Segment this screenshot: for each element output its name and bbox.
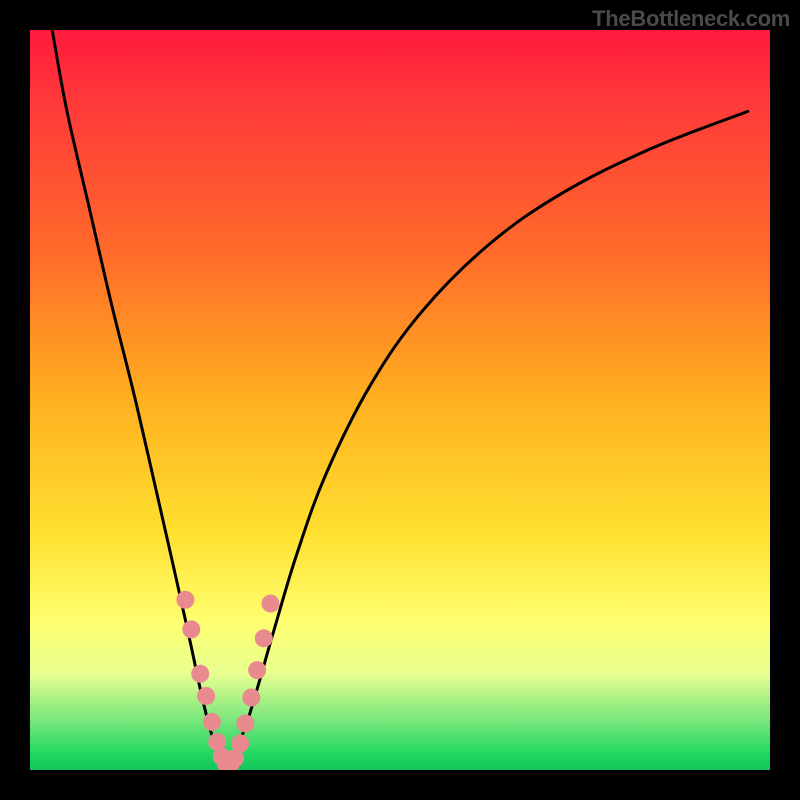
- curve-right-branch: [230, 111, 748, 762]
- curve-left-branch: [52, 30, 222, 763]
- highlight-dot: [191, 665, 209, 683]
- highlight-dot: [182, 620, 200, 638]
- highlight-dot: [236, 714, 254, 732]
- watermark-text: TheBottleneck.com: [592, 6, 790, 32]
- chart-frame: TheBottleneck.com: [0, 0, 800, 800]
- highlight-dot: [242, 689, 260, 707]
- highlight-dot: [248, 661, 266, 679]
- plot-area: [30, 30, 770, 770]
- highlight-dot: [255, 629, 273, 647]
- curve-layer: [30, 30, 770, 770]
- highlight-dot: [197, 687, 215, 705]
- highlight-dot: [203, 713, 221, 731]
- highlight-dot: [176, 591, 194, 609]
- v-curve: [52, 30, 748, 763]
- highlight-dot: [262, 595, 280, 613]
- highlight-dot: [231, 734, 249, 752]
- highlight-dots: [176, 591, 279, 770]
